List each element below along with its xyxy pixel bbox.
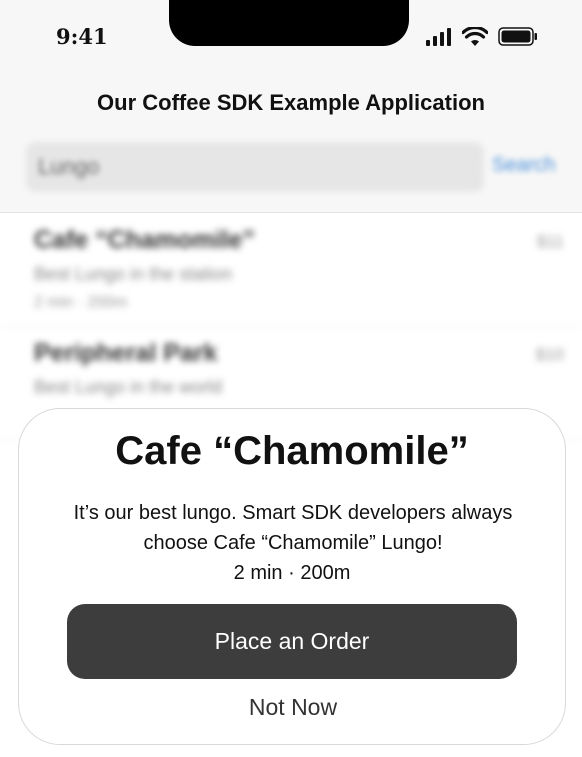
popup-title: Cafe “Chamomile” — [115, 429, 469, 473]
search-input[interactable] — [26, 142, 484, 192]
cellular-signal-icon — [426, 28, 452, 46]
list-item-description: Best Lungo in the world — [34, 377, 223, 397]
status-time: 9:41 — [56, 24, 108, 49]
place-order-button[interactable]: Place an Order — [67, 604, 517, 679]
battery-icon — [498, 27, 538, 46]
order-popup: Cafe “Chamomile” It’s our best lungo. Sm… — [18, 408, 566, 745]
list-item-title: Cafe “Chamomile” — [34, 226, 255, 254]
results-list: Cafe “Chamomile” Best Lungo in the stati… — [0, 214, 582, 440]
list-item-description: Best Lungo in the station — [34, 264, 233, 284]
status-bar: 9:41 — [0, 0, 582, 72]
list-item[interactable]: Cafe “Chamomile” Best Lungo in the stati… — [0, 214, 582, 327]
list-item-price: $10 — [535, 345, 564, 364]
app-title: Our Coffee SDK Example Application — [97, 90, 485, 115]
list-item-meta: 2 min · 200m — [34, 294, 128, 311]
device-notch — [169, 0, 409, 46]
list-item-price: $11 — [536, 232, 564, 251]
list-item-title: Peripheral Park — [34, 339, 218, 367]
search-button[interactable]: Search — [492, 154, 555, 177]
not-now-button[interactable]: Not Now — [193, 689, 393, 725]
search-row: Search — [26, 142, 582, 192]
popup-description: It’s our best lungo. Smart SDK developer… — [73, 502, 513, 554]
wifi-icon — [462, 27, 488, 46]
app-header: Our Coffee SDK Example Application Searc… — [0, 72, 582, 213]
status-icons — [426, 27, 538, 46]
popup-meta: 2 min · 200m — [233, 562, 351, 584]
